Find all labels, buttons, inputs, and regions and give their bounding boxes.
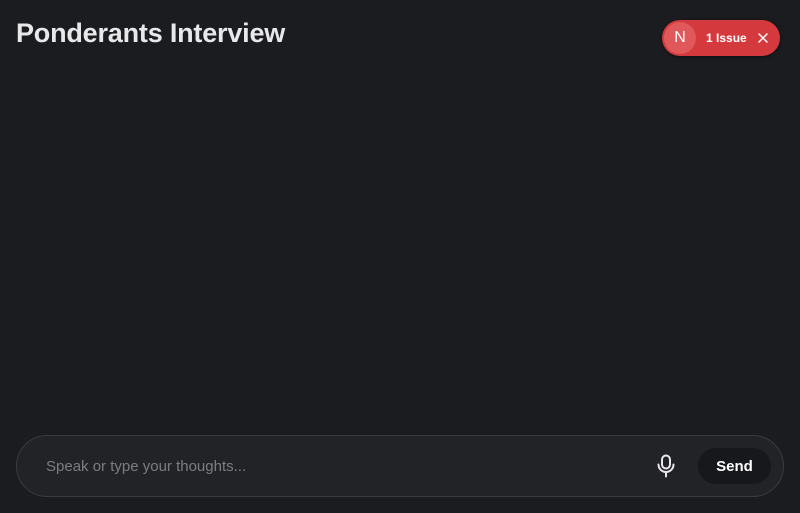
microphone-icon[interactable]	[653, 453, 679, 479]
message-composer: Send	[16, 435, 784, 497]
send-button[interactable]: Send	[698, 448, 771, 484]
page-title: Ponderants Interview	[16, 18, 286, 48]
issue-count-label[interactable]: 1 Issue	[706, 20, 747, 56]
nextjs-logo-icon[interactable]: N	[664, 22, 696, 54]
message-input[interactable]	[46, 451, 636, 481]
interview-page: Ponderants Interview N 1 Issue Send	[0, 0, 800, 513]
issue-badge[interactable]: N 1 Issue	[662, 20, 780, 56]
close-icon[interactable]	[755, 30, 771, 46]
